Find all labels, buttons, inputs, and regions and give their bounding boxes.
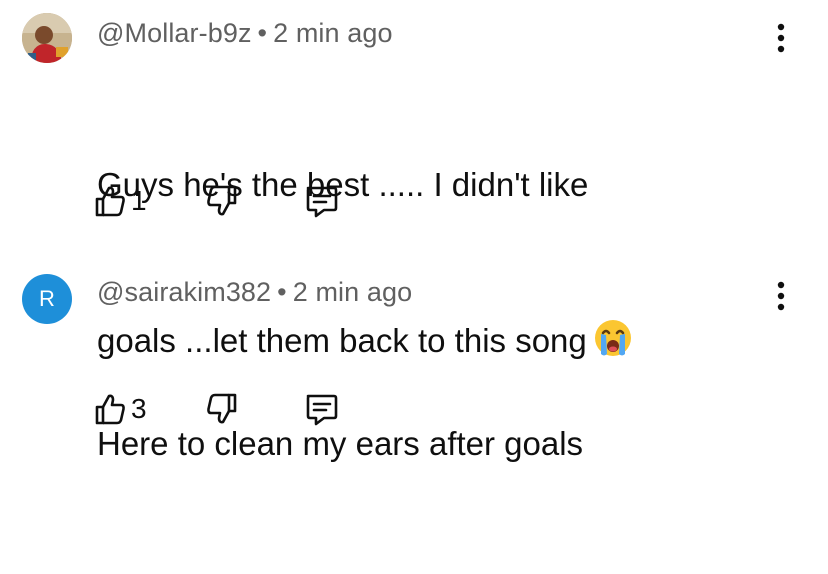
more-vertical-icon xyxy=(777,281,785,311)
comment-meta: @sairakim382 • 2 min ago xyxy=(97,277,412,308)
avatar[interactable] xyxy=(22,13,72,63)
avatar[interactable]: R xyxy=(22,274,72,324)
comment-text: Here to clean my ears after goals xyxy=(97,314,737,574)
meta-separator: • xyxy=(257,18,268,48)
like-button[interactable]: 1 xyxy=(93,181,147,221)
dislike-button[interactable] xyxy=(205,181,239,221)
more-vertical-icon xyxy=(777,23,785,53)
dislike-button[interactable] xyxy=(205,389,239,429)
comment-author[interactable]: @sairakim382 xyxy=(97,277,271,307)
like-count: 3 xyxy=(131,393,147,424)
avatar-photo-icon xyxy=(22,13,72,63)
comment-actions: 3 xyxy=(93,389,393,429)
meta-separator: • xyxy=(277,277,287,307)
comment-time[interactable]: 2 min ago xyxy=(293,277,412,307)
comment-actions: 1 xyxy=(93,181,393,221)
thumbs-up-icon xyxy=(95,186,125,217)
comment-meta: @Mollar-b9z • 2 min ago xyxy=(97,18,393,49)
more-options-button[interactable] xyxy=(764,16,798,60)
reply-button[interactable] xyxy=(303,389,339,429)
more-options-button[interactable] xyxy=(764,274,798,318)
avatar-letter: R xyxy=(39,286,55,311)
reply-comment-icon xyxy=(306,394,338,426)
comment-time[interactable]: 2 min ago xyxy=(273,18,392,48)
reply-comment-icon xyxy=(306,186,338,218)
like-button[interactable]: 3 xyxy=(93,389,147,429)
thumbs-down-icon xyxy=(207,185,237,216)
reply-button[interactable] xyxy=(303,181,339,221)
comment-author[interactable]: @Mollar-b9z xyxy=(97,18,252,48)
thumbs-down-icon xyxy=(207,393,237,424)
like-count: 1 xyxy=(131,185,147,216)
thumbs-up-icon xyxy=(95,394,125,425)
